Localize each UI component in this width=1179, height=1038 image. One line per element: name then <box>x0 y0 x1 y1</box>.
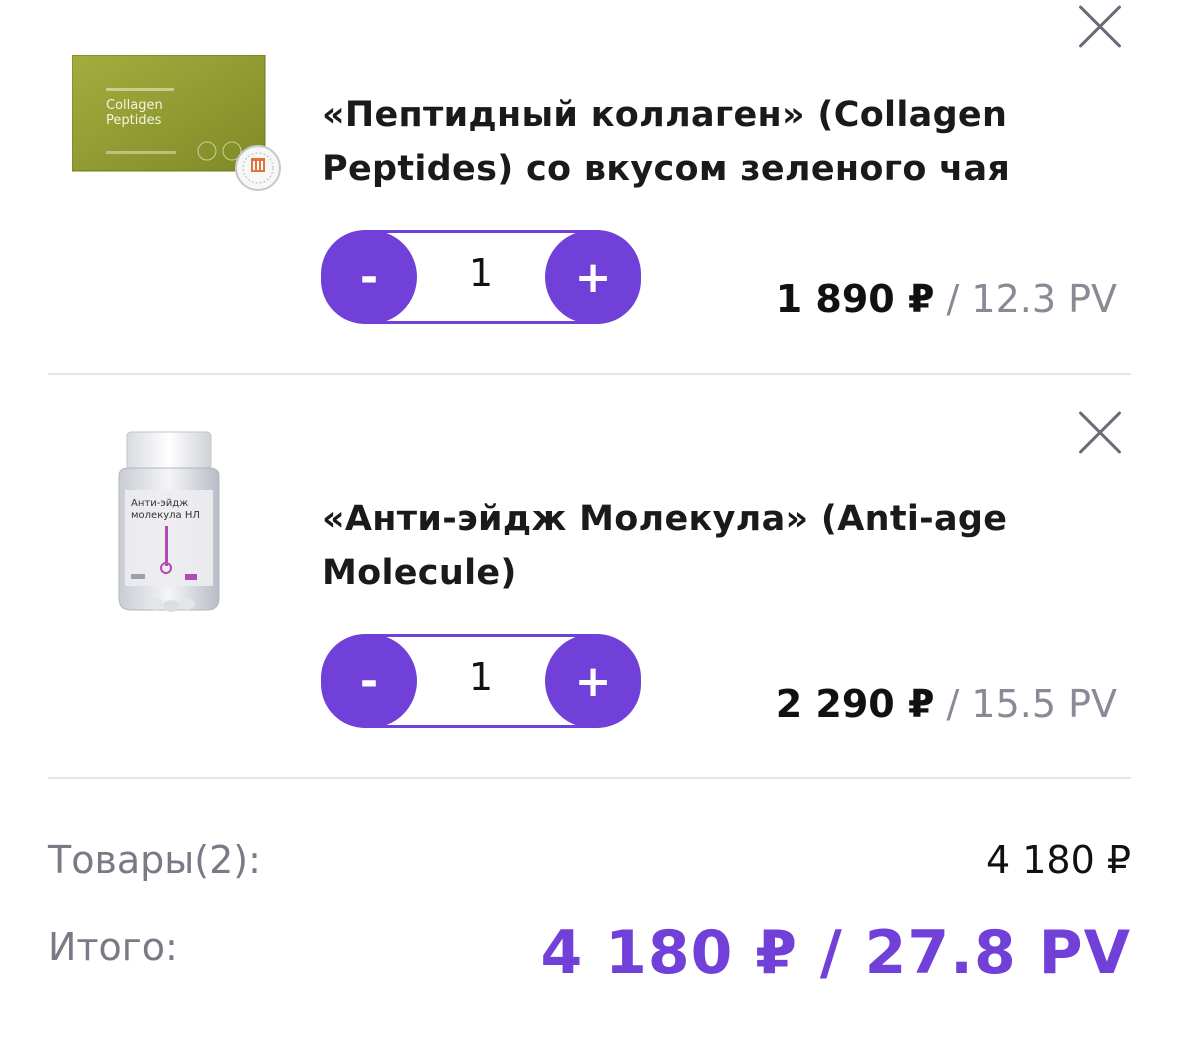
plus-icon: + <box>574 655 612 707</box>
plus-icon: + <box>574 251 612 303</box>
product-title-line: «Анти-эйдж Молекула» (Anti-age <box>322 499 1008 539</box>
price-separator: / <box>934 682 972 726</box>
cart-item: Collagen Peptides «Пептидный коллаген» (… <box>0 0 1179 375</box>
price-pv: 12.3 PV <box>971 277 1117 321</box>
goods-total-value: 4 180 ₽ <box>985 838 1131 882</box>
quantity-stepper: - 1 + <box>321 230 641 324</box>
remove-item-close-icon[interactable] <box>1078 5 1122 49</box>
decrease-quantity-button[interactable]: - <box>321 634 417 728</box>
price-pv: 15.5 PV <box>971 682 1117 726</box>
product-title-line: Molecule) <box>322 553 517 593</box>
product-image[interactable]: Анти-эйдж молекула НЛ <box>105 428 245 624</box>
price-rub: 1 890 ₽ <box>775 277 935 321</box>
product-title-line: Peptides) со вкусом зеленого чая <box>322 149 1011 189</box>
item-price: 2 290 ₽ / 15.5 PV <box>776 681 1117 727</box>
price-rub: 2 290 ₽ <box>775 682 935 726</box>
minus-icon: - <box>359 251 379 303</box>
product-title-line: «Пептидный коллаген» (Collagen <box>322 95 1008 135</box>
quantity-stepper: - 1 + <box>321 634 641 728</box>
svg-text:молекула НЛ: молекула НЛ <box>131 510 200 521</box>
divider <box>48 373 1131 375</box>
product-image[interactable]: Collagen Peptides <box>72 55 284 195</box>
remove-item-close-icon[interactable] <box>1078 411 1122 455</box>
product-image-text: Collagen <box>106 98 163 113</box>
svg-text:Peptides: Peptides <box>106 113 162 128</box>
increase-quantity-button[interactable]: + <box>545 230 641 324</box>
minus-icon: - <box>359 655 379 707</box>
goods-count-label: Товары(2): <box>48 838 261 882</box>
product-title[interactable]: «Анти-эйдж Молекула» (Anti-age Molecule) <box>322 492 1022 600</box>
total-label: Итого: <box>48 925 178 969</box>
total-value: 4 180 ₽ / 27.8 PV <box>540 918 1131 988</box>
quantity-value[interactable]: 1 <box>417 634 545 728</box>
price-separator: / <box>934 277 972 321</box>
product-title[interactable]: «Пептидный коллаген» (Collagen Peptides)… <box>322 88 1022 196</box>
increase-quantity-button[interactable]: + <box>545 634 641 728</box>
quantity-value[interactable]: 1 <box>417 230 545 324</box>
divider <box>48 777 1131 779</box>
cart-item: Анти-эйдж молекула НЛ «Анти-эйдж Молекул… <box>0 376 1179 780</box>
item-price: 1 890 ₽ / 12.3 PV <box>776 276 1117 322</box>
product-image-text: Анти-эйдж <box>131 498 188 509</box>
decrease-quantity-button[interactable]: - <box>321 230 417 324</box>
